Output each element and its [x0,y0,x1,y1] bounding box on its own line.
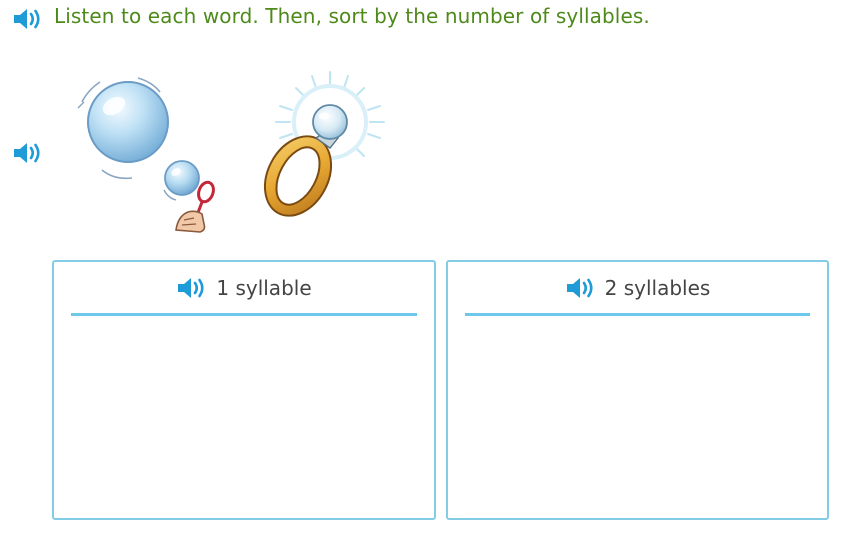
sort-box-divider [465,313,810,316]
sort-box-header: 2 syllables [448,276,827,306]
word-bank-speaker-icon[interactable] [12,141,44,165]
word-card-bubbles[interactable] [72,72,222,234]
word-card-ring[interactable] [246,66,386,226]
sort-box-1-speaker-icon[interactable] [176,276,208,300]
sort-box-1-syllable[interactable]: 1 syllable [52,260,436,520]
sort-box-2-syllables[interactable]: 2 syllables [446,260,829,520]
sort-box-2-label: 2 syllables [604,276,711,300]
instruction-speaker-icon[interactable] [12,7,44,31]
instruction-text: Listen to each word. Then, sort by the n… [54,4,650,28]
sort-box-divider [71,313,417,316]
bubbles-icon [77,77,215,233]
sort-box-header: 1 syllable [54,276,434,306]
sort-box-1-label: 1 syllable [216,276,312,300]
sort-box-2-speaker-icon[interactable] [565,276,597,300]
drop-zone-2-syllables[interactable] [454,322,821,512]
sort-activity: Listen to each word. Then, sort by the n… [0,0,866,535]
drop-zone-1-syllable[interactable] [60,322,428,512]
ring-icon [263,71,385,217]
